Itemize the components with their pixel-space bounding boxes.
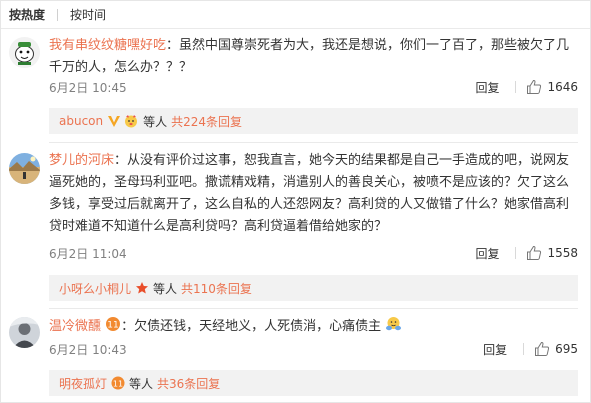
comment-meta: 6月2日 10:43 回复 695 — [49, 338, 578, 360]
avatar[interactable] — [9, 317, 40, 348]
reply-button[interactable]: 回复 — [483, 341, 507, 358]
sub-reply-preview[interactable]: 小呀么小桐儿 等人 共110条回复 — [49, 275, 578, 301]
meta-divider — [515, 247, 517, 259]
thumbs-up-icon — [535, 341, 550, 356]
like-count: 695 — [555, 342, 578, 356]
comment-text: 温冷微醺 11 ：欠债还钱，天经地义，人死债消，心痛债主 — [49, 316, 580, 338]
sub-reply-etc: 等人 — [153, 281, 178, 296]
sub-reply-username[interactable]: abucon — [59, 114, 103, 128]
comment-username[interactable]: 我有串纹纹糖嘿好吃 — [49, 38, 166, 53]
level-badge-icon: 11 — [106, 317, 121, 331]
sub-reply-count[interactable]: 共36条回复 — [157, 375, 220, 392]
sort-divider — [57, 8, 59, 21]
like-button[interactable]: 1646 — [526, 79, 578, 95]
comment-item: 我有串纹纹糖嘿好吃：虽然中国尊崇死者为大，我还是想说，你们一了百了，那些被欠了几… — [1, 29, 590, 137]
svg-text:11: 11 — [107, 321, 118, 331]
comment-text: 梦儿的河床：从没有评价过这事，恕我直言，她今天的结果都是自己一手造成的吧，说网友… — [49, 150, 580, 238]
comment-content: ：欠债还钱，天经地义，人死债消，心痛债主 — [121, 319, 382, 334]
like-count: 1646 — [547, 80, 578, 94]
avatar-photo-icon — [9, 317, 40, 348]
svg-text:11: 11 — [113, 379, 123, 388]
hug-emoji-icon — [386, 317, 402, 331]
sub-reply-preview[interactable]: abucon 等人 共224条回复 — [49, 108, 578, 134]
sub-reply-username[interactable]: 小呀么小桐儿 — [59, 280, 131, 297]
comment-text: 我有串纹纹糖嘿好吃：虽然中国尊崇死者为大，我还是想说，你们一了百了，那些被欠了几… — [49, 35, 580, 79]
sub-reply-preview[interactable]: 明夜孤灯 11 等人 共36条回复 — [49, 370, 578, 396]
sub-reply-count[interactable]: 共224条回复 — [171, 113, 242, 130]
sub-reply-etc: 等人 — [143, 114, 168, 129]
like-count: 1558 — [547, 246, 578, 260]
comment-meta: 6月2日 11:04 回复 1558 — [49, 242, 578, 264]
comment-item: 温冷微醺 11 ：欠债还钱，天经地义，人死债消，心痛债主 6月2日 10:43 … — [1, 309, 590, 403]
comment-meta: 6月2日 10:45 回复 1646 — [49, 76, 578, 98]
comment-time: 6月2日 11:04 — [49, 246, 127, 261]
star-icon — [136, 282, 149, 294]
comment-content: ：从没有评价过这事，恕我直言，她今天的结果都是自己一手造成的吧，说网友逼死她的，… — [49, 153, 570, 234]
v-verified-icon — [108, 116, 121, 127]
like-button[interactable]: 695 — [534, 341, 578, 357]
sub-reply-etc: 等人 — [129, 376, 154, 391]
comment-time: 6月2日 10:45 — [49, 80, 127, 95]
avatar[interactable] — [9, 153, 40, 184]
thumbs-up-icon — [527, 245, 542, 260]
comment-username[interactable]: 梦儿的河床 — [49, 153, 114, 168]
meta-divider — [523, 343, 525, 355]
thumbs-up-icon — [527, 79, 542, 94]
sort-bar: 按热度 按时间 — [1, 1, 590, 29]
sub-reply-username[interactable]: 明夜孤灯 — [59, 375, 107, 392]
comment-username[interactable]: 温冷微醺 — [49, 319, 101, 334]
reply-button[interactable]: 回复 — [475, 245, 499, 262]
avatar[interactable] — [9, 37, 40, 68]
comment-time: 6月2日 10:43 — [49, 342, 127, 357]
like-button[interactable]: 1558 — [526, 245, 578, 261]
comment-item: 梦儿的河床：从没有评价过这事，恕我直言，她今天的结果都是自己一手造成的吧，说网友… — [1, 143, 590, 305]
sort-by-hot-tab[interactable]: 按热度 — [9, 6, 45, 23]
comment-list: 按热度 按时间 我有串纹纹糖嘿好吃：虽然中国尊崇死者为大，我还是想说，你们一了百… — [0, 0, 591, 403]
reply-button[interactable]: 回复 — [475, 79, 499, 96]
avatar-cartoon-icon — [9, 37, 40, 68]
avatar-landscape-icon — [9, 153, 40, 184]
sort-by-time-tab[interactable]: 按时间 — [70, 6, 106, 23]
meta-divider — [515, 81, 517, 93]
emoji-face-icon — [125, 115, 138, 128]
level-badge-icon: 11 — [111, 376, 125, 390]
sub-reply-count[interactable]: 共110条回复 — [181, 280, 252, 297]
